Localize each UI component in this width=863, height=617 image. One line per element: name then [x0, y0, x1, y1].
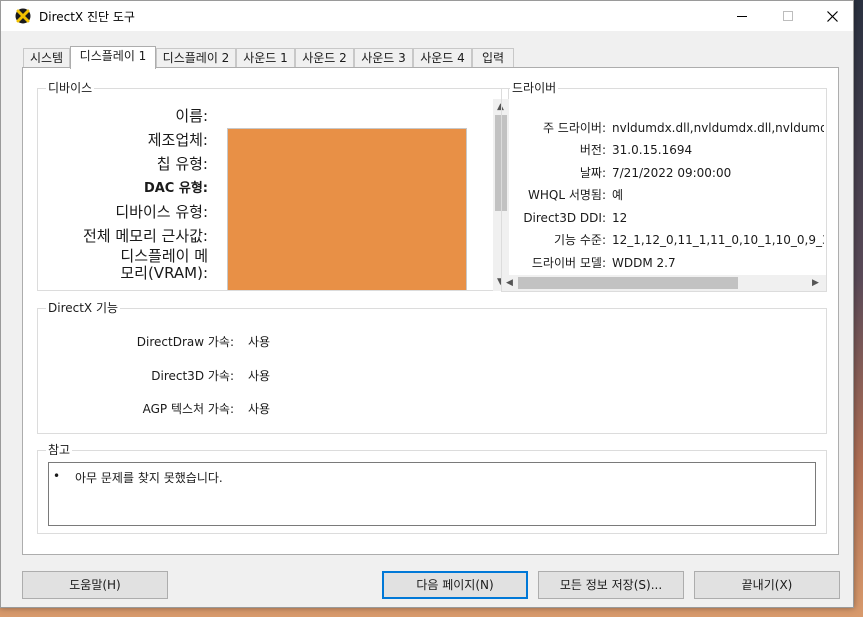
feature-levels-value: 12_1,12_0,11_1,11_0,10_1,10_0,9_3,9_2: [612, 233, 824, 247]
driver-date-label: 날짜:: [579, 166, 606, 180]
feature-levels-label: 기능 수준:: [553, 233, 606, 247]
redacted-device-info: [227, 128, 467, 290]
driver-model-value: WDDM 2.7: [612, 256, 676, 270]
minimize-icon: [737, 16, 747, 17]
agp-texture-accel-value: 사용: [248, 402, 271, 416]
main-driver-value: nvldumdx.dll,nvldumdx.dll,nvldumdx.dll: [612, 121, 824, 135]
directx-features-title: DirectX 기능: [46, 301, 121, 315]
minimize-button[interactable]: [719, 1, 765, 31]
notes-textbox[interactable]: • 아무 문제를 찾지 못했습니다.: [48, 462, 816, 526]
maximize-button[interactable]: [765, 1, 811, 31]
driver-group-title: 드라이버: [510, 81, 559, 95]
tab-display-1[interactable]: 디스플레이 1: [70, 46, 156, 69]
scroll-left-icon[interactable]: ◀: [506, 278, 513, 288]
close-button[interactable]: [809, 1, 855, 31]
device-dac-type-label: DAC 유형:: [143, 181, 208, 196]
device-vram-label-line1: 디스플레이 메: [120, 247, 208, 265]
title-bar: DirectX 진단 도구: [1, 1, 853, 31]
maximize-icon: [783, 11, 793, 21]
driver-horizontal-scrollbar[interactable]: ◀ ▶: [502, 275, 826, 291]
d3d-ddi-label: Direct3D DDI:: [523, 211, 606, 225]
driver-model-label: 드라이버 모델:: [531, 256, 606, 270]
display-tab-panel: 디바이스 이름: 제조업체: 칩 유형: DAC 유형: 디바이스 유형: 전체…: [22, 67, 839, 555]
tab-system[interactable]: 시스템: [23, 48, 70, 68]
next-page-button[interactable]: 다음 페이지(N): [382, 571, 528, 599]
agp-texture-accel-label: AGP 텍스처 가속:: [142, 402, 234, 416]
directdraw-accel-value: 사용: [248, 335, 271, 349]
save-all-info-button[interactable]: 모든 정보 저장(S)...: [538, 571, 684, 599]
whql-value: 예: [612, 188, 624, 202]
note-bullet: •: [53, 469, 61, 483]
tab-display-2[interactable]: 디스플레이 2: [156, 48, 236, 68]
dxdiag-window: DirectX 진단 도구 시스템 디스플레이 1 디스플레이 2 사운드 1 …: [0, 0, 854, 608]
direct3d-accel-value: 사용: [248, 369, 271, 383]
tab-sound-4[interactable]: 사운드 4: [413, 48, 472, 68]
driver-version-label: 버전:: [579, 143, 606, 157]
close-icon: [826, 10, 838, 22]
window-title: DirectX 진단 도구: [39, 10, 135, 24]
note-text: 아무 문제를 찾지 못했습니다.: [75, 471, 223, 485]
device-total-memory-label: 전체 메모리 근사값:: [83, 227, 208, 245]
scroll-right-icon[interactable]: ▶: [812, 278, 819, 288]
directx-logo-icon: [15, 8, 31, 24]
scrollbar-thumb[interactable]: [518, 277, 738, 289]
help-button[interactable]: 도움말(H): [22, 571, 168, 599]
tab-input[interactable]: 입력: [472, 48, 514, 68]
device-vram-label-line2: 모리(VRAM):: [120, 264, 208, 282]
main-driver-label: 주 드라이버:: [542, 121, 606, 135]
directx-features-group: DirectX 기능 DirectDraw 가속: 사용 Direct3D 가속…: [37, 301, 827, 434]
device-manufacturer-label: 제조업체:: [147, 131, 208, 149]
exit-button[interactable]: 끝내기(X): [694, 571, 840, 599]
tab-sound-3[interactable]: 사운드 3: [354, 48, 413, 68]
tab-sound-1[interactable]: 사운드 1: [236, 48, 295, 68]
driver-version-value: 31.0.15.1694: [612, 143, 693, 157]
directdraw-accel-label: DirectDraw 가속:: [136, 335, 234, 349]
device-info-viewport: 이름: 제조업체: 칩 유형: DAC 유형: 디바이스 유형: 전체 메모리 …: [38, 89, 488, 290]
tab-sound-2[interactable]: 사운드 2: [295, 48, 354, 68]
d3d-ddi-value: 12: [612, 211, 628, 225]
device-chip-type-label: 칩 유형:: [156, 155, 208, 173]
direct3d-accel-label: Direct3D 가속:: [151, 369, 234, 383]
driver-date-value: 7/21/2022 09:00:00: [612, 166, 732, 180]
device-name-label: 이름:: [175, 107, 208, 125]
notes-group-title: 참고: [46, 443, 73, 457]
whql-label: WHQL 서명됨:: [528, 188, 606, 202]
device-group: 디바이스 이름: 제조업체: 칩 유형: DAC 유형: 디바이스 유형: 전체…: [37, 81, 509, 291]
device-type-label: 디바이스 유형:: [115, 203, 208, 221]
driver-group: 드라이버 주 드라이버: nvldumdx.dll,nvldumdx.dll,n…: [501, 81, 827, 292]
notes-group: 참고 • 아무 문제를 찾지 못했습니다.: [37, 443, 827, 534]
